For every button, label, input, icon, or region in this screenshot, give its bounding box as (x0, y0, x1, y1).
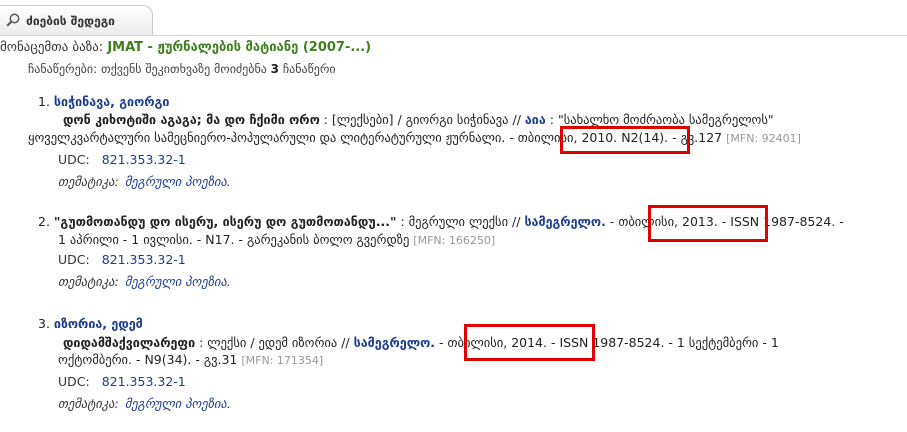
tab-divider (0, 35, 907, 36)
record-desc: : ლექსი / ედემ იზორია // (195, 335, 354, 350)
record-header: 3. იზორია, ედემ (38, 316, 143, 331)
record-desc: : მეგრული ლექსი // (396, 214, 525, 229)
record-desc-line: ოქტომბერი. - N9(34). - გვ.31 [MFN: 17135… (58, 352, 323, 367)
record-theme: თემატიკა: მეგრული პოეზია. (58, 174, 231, 189)
search-icon (6, 13, 26, 30)
record-author-link[interactable]: სიჭინავა, გიორგი (54, 94, 169, 109)
theme-link[interactable]: მეგრული პოეზია. (125, 274, 231, 289)
results-count-number: 3 (270, 62, 280, 76)
record-mfn: [MFN: 92401] (726, 132, 801, 145)
record-title: დიდამშაქვილარეფი (63, 335, 196, 350)
record-udc: UDC: 821.353.32-1 (58, 152, 186, 167)
record-dash: - (605, 214, 619, 229)
record-number: 3. (38, 316, 50, 331)
record-number: 2. (38, 214, 50, 229)
record-udc: UDC: 821.353.32-1 (58, 374, 186, 389)
highlight-box (464, 324, 595, 361)
record-desc: : [ლექსები] / გიორგი სიჭინავა // (319, 112, 525, 127)
theme-label: თემატიკა: (58, 396, 119, 411)
record-number: 1. (38, 94, 50, 109)
record-dash: - (435, 335, 448, 350)
tab-label: ძიების შედეგი (26, 14, 115, 28)
record-journal-link[interactable]: სამეგრელო. (354, 335, 435, 350)
database-name: JMAT - ჟურნალების მატიანე (2007-...) (107, 40, 372, 55)
udc-link[interactable]: 821.353.32-1 (102, 252, 186, 267)
record-author-link[interactable]: იზორია, ედემ (54, 316, 143, 331)
record-desc-3: ყოველკვარტალური სამეცნიერო-პოპულარული და… (28, 130, 518, 145)
udc-link[interactable]: 821.353.32-1 (102, 152, 186, 167)
theme-label: თემატიკა: (58, 174, 119, 189)
theme-label: თემატიკა: (58, 274, 119, 289)
record-header: 1. სიჭინავა, გიორგი (38, 94, 169, 109)
record-title-line: დიდამშაქვილარეფი : ლექსი / ედემ იზორია /… (63, 335, 779, 350)
record-desc-2: 1 აპრილი - 1 ივლისი. - N17. - გარეკანის … (58, 232, 414, 247)
results-count: ჩანაწერები: თქვენს შეკითხვაზე მოიძებნა 3… (28, 62, 336, 76)
tab-search-results[interactable]: ძიების შედეგი (0, 5, 153, 36)
theme-link[interactable]: მეგრული პოეზია. (125, 174, 231, 189)
udc-label: UDC: (58, 374, 90, 389)
record-theme: თემატიკა: მეგრული პოეზია. (58, 396, 231, 411)
database-info: მონაცემთა ბაზა: JMAT - ჟურნალების მატიან… (0, 40, 371, 55)
udc-link[interactable]: 821.353.32-1 (102, 374, 186, 389)
record-mfn: [MFN: 171354] (241, 354, 324, 367)
highlight-box (648, 205, 768, 242)
udc-label: UDC: (58, 152, 90, 167)
record-udc: UDC: 821.353.32-1 (58, 252, 186, 267)
record-title-line: დონ კიხოტიში აგაგა; მა დო ჩქიმი ორო : [ლ… (63, 112, 774, 127)
udc-label: UDC: (58, 252, 90, 267)
record-journal-link[interactable]: სამეგრელო. (524, 214, 605, 229)
record-desc-line: 1 აპრილი - 1 ივლისი. - N17. - გარეკანის … (58, 232, 495, 247)
record-mfn: [MFN: 166250] (413, 234, 496, 247)
record-journal-link[interactable]: აია (525, 112, 546, 127)
tab-bar: ძიების შედეგი (0, 0, 907, 36)
record-theme: თემატიკა: მეგრული პოეზია. (58, 274, 231, 289)
database-label: მონაცემთა ბაზა: (0, 40, 108, 55)
record-desc-2: : "სახალხო მოძრაობა სამეგრელოს" (545, 112, 774, 127)
highlight-box (560, 126, 690, 154)
results-count-suffix: ჩანაწერი (279, 62, 336, 76)
record-title: "გუთმოთანდუ დო ისერუ, ისერუ დო გუთმოთანდ… (53, 214, 397, 229)
theme-link[interactable]: მეგრული პოეზია. (125, 396, 231, 411)
results-count-prefix: ჩანაწერები: თქვენს შეკითხვაზე მოიძებნა (28, 62, 271, 76)
record-desc-2: ოქტომბერი. - N9(34). - გვ.31 (58, 352, 242, 367)
record-title: დონ კიხოტიში აგაგა; მა დო ჩქიმი ორო (63, 112, 320, 127)
